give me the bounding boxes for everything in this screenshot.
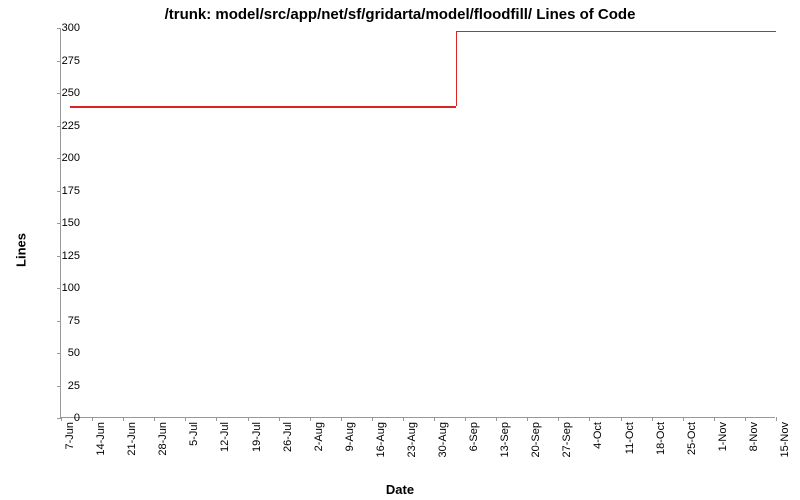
y-tick-label: 225 bbox=[62, 120, 80, 132]
x-tick bbox=[465, 417, 466, 421]
chart-title: /trunk: model/src/app/net/sf/gridarta/mo… bbox=[0, 6, 800, 23]
x-tick bbox=[621, 417, 622, 421]
x-tick-label: 21-Jun bbox=[126, 422, 138, 456]
y-tick bbox=[57, 288, 61, 289]
x-tick-label: 16-Aug bbox=[375, 422, 387, 457]
y-tick bbox=[57, 223, 61, 224]
x-tick-label: 6-Sep bbox=[468, 422, 480, 451]
y-tick bbox=[57, 93, 61, 94]
x-tick bbox=[589, 417, 590, 421]
y-tick-label: 75 bbox=[68, 315, 80, 327]
x-tick bbox=[216, 417, 217, 421]
x-tick-label: 7-Jun bbox=[64, 422, 76, 450]
x-tick-label: 8-Nov bbox=[748, 422, 760, 451]
y-tick bbox=[57, 256, 61, 257]
x-tick bbox=[745, 417, 746, 421]
x-tick bbox=[558, 417, 559, 421]
y-tick-label: 200 bbox=[62, 152, 80, 164]
x-tick-label: 15-Nov bbox=[779, 422, 791, 457]
x-tick bbox=[403, 417, 404, 421]
x-tick bbox=[434, 417, 435, 421]
y-axis-label: Lines bbox=[13, 233, 28, 267]
x-tick bbox=[652, 417, 653, 421]
x-tick bbox=[61, 417, 62, 421]
x-tick-label: 25-Oct bbox=[686, 422, 698, 455]
y-tick bbox=[57, 353, 61, 354]
x-tick-label: 14-Jun bbox=[95, 422, 107, 456]
x-tick-label: 1-Nov bbox=[717, 422, 729, 451]
y-tick-label: 25 bbox=[68, 380, 80, 392]
x-tick bbox=[527, 417, 528, 421]
x-tick-label: 11-Oct bbox=[624, 422, 636, 454]
y-tick bbox=[57, 28, 61, 29]
y-tick-label: 100 bbox=[62, 282, 80, 294]
y-tick bbox=[57, 321, 61, 322]
y-tick bbox=[57, 386, 61, 387]
x-tick-label: 28-Jun bbox=[157, 422, 169, 456]
x-tick-label: 18-Oct bbox=[655, 422, 667, 455]
y-tick-label: 250 bbox=[62, 87, 80, 99]
x-tick bbox=[683, 417, 684, 421]
x-tick bbox=[714, 417, 715, 421]
series-line bbox=[456, 31, 458, 106]
x-tick-label: 13-Sep bbox=[499, 422, 511, 457]
x-tick bbox=[496, 417, 497, 421]
y-tick bbox=[57, 61, 61, 62]
x-tick bbox=[123, 417, 124, 421]
x-tick-label: 2-Aug bbox=[313, 422, 325, 451]
x-tick bbox=[372, 417, 373, 421]
x-tick bbox=[185, 417, 186, 421]
x-tick bbox=[279, 417, 280, 421]
x-tick-label: 5-Jul bbox=[188, 422, 200, 446]
x-tick-label: 27-Sep bbox=[561, 422, 573, 457]
x-tick-label: 20-Sep bbox=[530, 422, 542, 457]
x-tick-label: 30-Aug bbox=[437, 422, 449, 457]
series-line bbox=[70, 106, 455, 108]
x-tick-label: 19-Jul bbox=[251, 422, 263, 452]
x-tick bbox=[92, 417, 93, 421]
y-tick bbox=[57, 191, 61, 192]
x-tick bbox=[310, 417, 311, 421]
series-line bbox=[456, 31, 776, 33]
x-tick bbox=[154, 417, 155, 421]
x-tick-label: 4-Oct bbox=[592, 422, 604, 449]
x-tick bbox=[248, 417, 249, 421]
y-tick bbox=[57, 126, 61, 127]
y-tick bbox=[57, 158, 61, 159]
y-tick-label: 175 bbox=[62, 185, 80, 197]
y-tick-label: 150 bbox=[62, 217, 80, 229]
y-tick-label: 125 bbox=[62, 250, 80, 262]
x-axis-label: Date bbox=[0, 482, 800, 497]
y-tick-label: 300 bbox=[62, 22, 80, 34]
chart-container: /trunk: model/src/app/net/sf/gridarta/mo… bbox=[0, 0, 800, 500]
y-tick-label: 275 bbox=[62, 55, 80, 67]
x-tick bbox=[776, 417, 777, 421]
x-tick-label: 23-Aug bbox=[406, 422, 418, 457]
x-tick bbox=[341, 417, 342, 421]
x-tick-label: 26-Jul bbox=[282, 422, 294, 452]
x-tick-label: 12-Jul bbox=[219, 422, 231, 452]
x-tick-label: 9-Aug bbox=[344, 422, 356, 451]
y-tick-label: 50 bbox=[68, 347, 80, 359]
plot-area bbox=[60, 28, 775, 418]
